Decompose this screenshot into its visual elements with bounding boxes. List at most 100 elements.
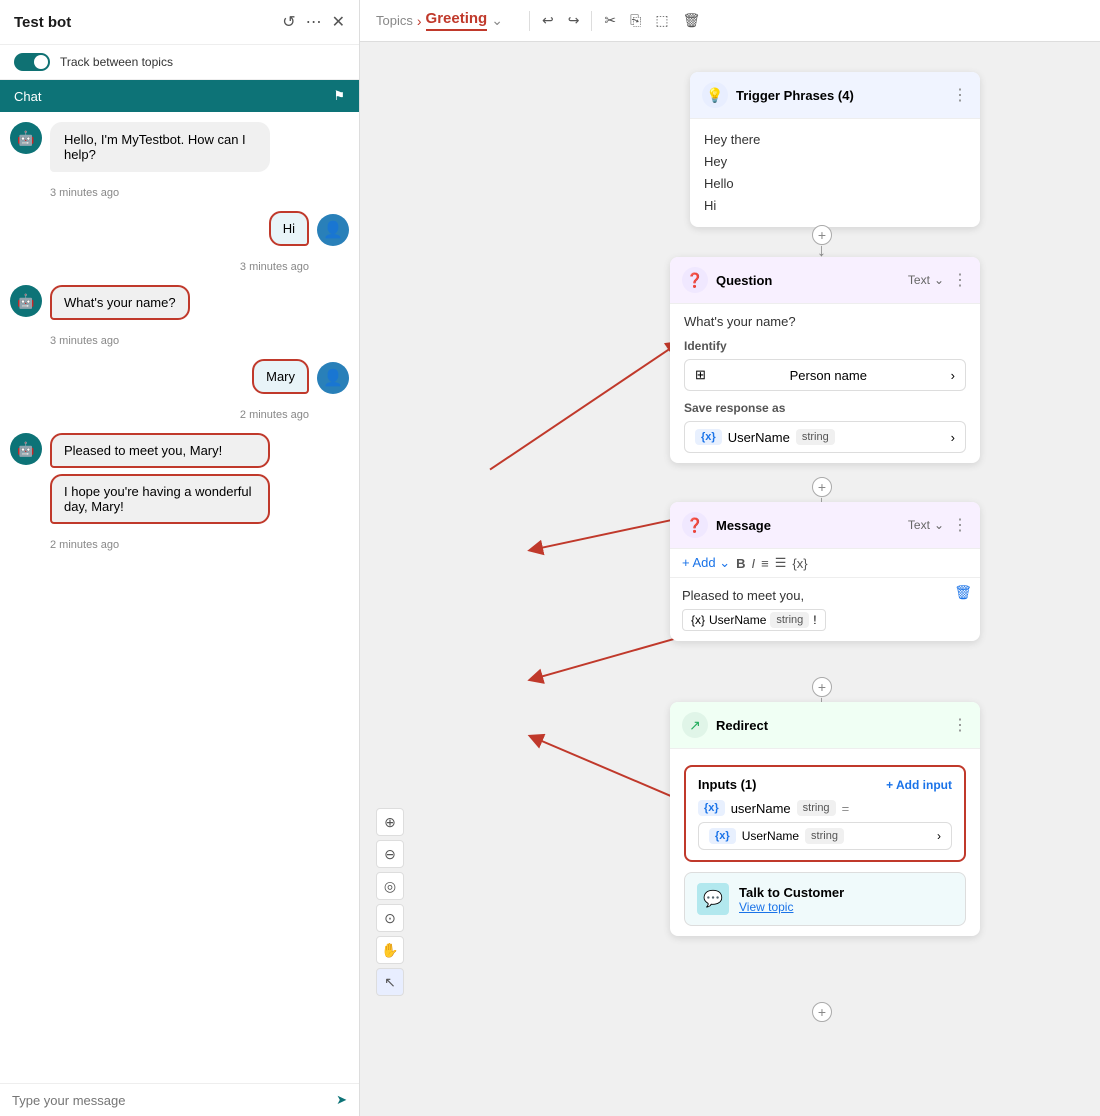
phrase-3: Hello — [704, 173, 966, 195]
variable-button[interactable]: {x} — [792, 556, 807, 571]
breadcrumb-dropdown[interactable]: ⌄ — [491, 12, 503, 29]
add-button-4[interactable]: + — [812, 1002, 832, 1022]
message-node: ❓ Message Text ⌄ ⋮ + Add ⌄ B I ≡ ☰ {x} 🗑… — [670, 502, 980, 641]
message-text: Pleased to meet you, — [682, 588, 968, 603]
bot-avatar-1: 🤖 — [10, 122, 42, 154]
trigger-title: Trigger Phrases (4) — [736, 88, 944, 103]
talk-info: Talk to Customer View topic — [739, 885, 844, 914]
select-button[interactable]: ↖ — [376, 968, 404, 996]
phrase-4: Hi — [704, 195, 966, 217]
delete-button[interactable]: 🗑 — [677, 8, 707, 33]
toggle-label: Track between topics — [60, 55, 173, 69]
user-message-1: Hi 👤 — [10, 211, 349, 246]
center-button[interactable]: ⊙ — [376, 904, 404, 932]
redirect-header: ↗ Redirect ⋮ — [670, 702, 980, 749]
bold-button[interactable]: B — [736, 556, 745, 571]
add-button-3[interactable]: + — [812, 677, 832, 697]
fit-button[interactable]: ◎ — [376, 872, 404, 900]
message-type-badge[interactable]: Text ⌄ — [908, 518, 944, 532]
flag-icon: ⚑ — [333, 88, 345, 104]
chat-body: 🤖 Hello, I'm MyTestbot. How can I help? … — [0, 112, 359, 1083]
user-bubble-1: Hi — [269, 211, 309, 246]
view-topic-link[interactable]: View topic — [739, 900, 844, 914]
question-body: What's your name? Identify ⊞ Person name… — [670, 304, 980, 463]
close-button[interactable]: ✕ — [332, 12, 345, 32]
user-avatar-2: 👤 — [317, 362, 349, 394]
save-chevron: › — [951, 430, 955, 445]
input-var-badge: {x} — [698, 800, 725, 816]
redirect-title: Redirect — [716, 718, 944, 733]
left-panel: Test bot ↺ ⋯ ✕ Track between topics Chat… — [0, 0, 360, 1116]
identify-value: Person name — [790, 368, 867, 383]
talk-box: 💬 Talk to Customer View topic — [684, 872, 966, 926]
question-type-badge[interactable]: Text ⌄ — [908, 273, 944, 287]
eq-sign: = — [842, 801, 850, 816]
chat-tab[interactable]: Chat ⚑ — [0, 80, 359, 112]
right-panel: Topics › Greeting ⌄ ↩ ↪ ✂ ⎘ ⬚ 🗑 — [360, 0, 1100, 1116]
input-var-type: string — [797, 800, 836, 816]
trigger-icon: 💡 — [702, 82, 728, 108]
zoom-in-button[interactable]: ⊕ — [376, 808, 404, 836]
var-x-badge: {x} — [691, 613, 705, 627]
ordered-list-button[interactable]: ≡ — [761, 556, 769, 571]
message-var-inline: {x} UserName string ! — [682, 609, 826, 631]
topbar: Topics › Greeting ⌄ ↩ ↪ ✂ ⎘ ⬚ 🗑 — [360, 0, 1100, 42]
cut-button[interactable]: ✂ — [598, 8, 622, 33]
chat-input[interactable] — [12, 1093, 336, 1108]
add-input-button[interactable]: + Add input — [886, 778, 952, 792]
unordered-list-button[interactable]: ☰ — [775, 555, 787, 571]
message-add-button[interactable]: + Add ⌄ — [682, 555, 730, 571]
input-val-box[interactable]: {x} UserName string › — [698, 822, 952, 850]
redo-button[interactable]: ↪ — [562, 8, 586, 33]
breadcrumb-current[interactable]: Greeting — [426, 10, 488, 31]
canvas[interactable]: 💡 Trigger Phrases (4) ⋮ Hey there Hey He… — [360, 42, 1100, 1116]
add-button-1[interactable]: + — [812, 225, 832, 245]
input-val-type: string — [805, 828, 844, 844]
toggle-row: Track between topics — [0, 45, 359, 80]
save-box[interactable]: {x} UserName string › — [684, 421, 966, 453]
breadcrumb-topics[interactable]: Topics — [376, 13, 413, 28]
add-button-2[interactable]: + — [812, 477, 832, 497]
msg-var-type: string — [770, 612, 809, 628]
identify-icon: ⊞ — [695, 367, 706, 383]
trigger-node: 💡 Trigger Phrases (4) ⋮ Hey there Hey He… — [690, 72, 980, 227]
trigger-more-button[interactable]: ⋮ — [952, 85, 968, 105]
question-more-button[interactable]: ⋮ — [952, 270, 968, 290]
inputs-label: Inputs (1) — [698, 777, 757, 792]
toolbar-separator-1 — [529, 11, 530, 31]
identify-label: Identify — [684, 339, 966, 353]
message-delete-button[interactable]: 🗑 — [954, 584, 972, 601]
copy-button[interactable]: ⎘ — [624, 8, 647, 33]
panel-header: Test bot ↺ ⋯ ✕ — [0, 0, 359, 45]
italic-button[interactable]: I — [752, 556, 756, 571]
bot-avatar-2: 🤖 — [10, 285, 42, 317]
bot-message-3: 🤖 Pleased to meet you, Mary! I hope you'… — [10, 433, 349, 524]
user-avatar-1: 👤 — [317, 214, 349, 246]
zoom-out-button[interactable]: ⊖ — [376, 840, 404, 868]
input-val-chevron: › — [937, 829, 941, 843]
track-topics-toggle[interactable] — [14, 53, 50, 71]
paste-button[interactable]: ⬚ — [649, 8, 674, 33]
menu-button[interactable]: ⋯ — [306, 12, 322, 32]
toolbar-separator-2 — [591, 11, 592, 31]
reload-button[interactable]: ↺ — [282, 12, 295, 32]
trigger-header: 💡 Trigger Phrases (4) ⋮ — [690, 72, 980, 119]
identify-box[interactable]: ⊞ Person name › — [684, 359, 966, 391]
input-row-1: {x} userName string = — [698, 800, 952, 816]
input-val-badge: {x} — [709, 828, 736, 844]
phrase-1: Hey there — [704, 129, 966, 151]
breadcrumb-separator: › — [417, 13, 422, 29]
bot-bubble-4: I hope you're having a wonderful day, Ma… — [50, 474, 270, 524]
message-more-button[interactable]: ⋮ — [952, 515, 968, 535]
message-content: 🗑 Pleased to meet you, {x} UserName stri… — [670, 578, 980, 641]
redirect-more-button[interactable]: ⋮ — [952, 715, 968, 735]
question-header: ❓ Question Text ⌄ ⋮ — [670, 257, 980, 304]
hand-button[interactable]: ✋ — [376, 936, 404, 964]
undo-button[interactable]: ↩ — [536, 8, 560, 33]
bot-message-2: 🤖 What's your name? — [10, 285, 349, 320]
bot-time-3: 2 minutes ago — [50, 539, 349, 551]
inputs-header: Inputs (1) + Add input — [698, 777, 952, 792]
send-button[interactable]: ➤ — [336, 1092, 347, 1108]
breadcrumb: Topics › Greeting ⌄ — [376, 10, 503, 31]
toolbar: ↩ ↪ ✂ ⎘ ⬚ 🗑 — [525, 8, 706, 33]
